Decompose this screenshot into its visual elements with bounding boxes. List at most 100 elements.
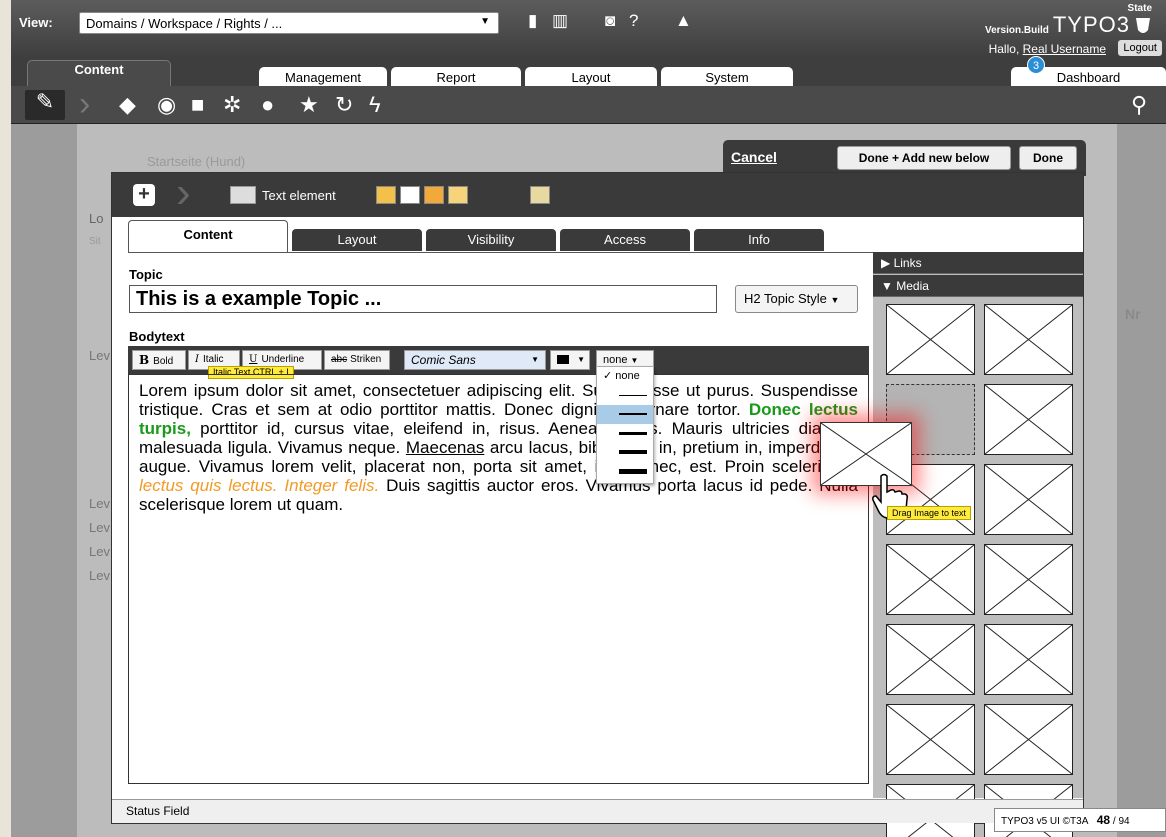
action-bar: Cancel Done + Add new below Done xyxy=(723,140,1086,176)
tab-system[interactable]: System xyxy=(661,67,793,86)
footer-text: TYPO3 v5 UI ©T3A xyxy=(1001,816,1089,827)
bold-button[interactable]: B Bold xyxy=(132,350,186,370)
camera-icon[interactable]: ◙ xyxy=(605,11,615,31)
tab-access[interactable]: Access xyxy=(560,229,690,251)
image-placeholder-icon xyxy=(985,385,1072,454)
border-option-label: none xyxy=(615,370,640,382)
trash-icon[interactable]: ▥ xyxy=(552,11,568,31)
app-window: View: Domains / Workspace / Rights / ...… xyxy=(11,0,1166,837)
ghost-level: Lev xyxy=(89,348,110,363)
media-thumbnail[interactable] xyxy=(886,624,975,695)
content-editor: + › Text element Content Layout Visibili… xyxy=(111,168,1084,837)
greeting: Hallo, Real Username xyxy=(989,42,1106,56)
tab-layout[interactable]: Layout xyxy=(525,67,657,86)
ghost-row: Sit xyxy=(89,236,101,247)
text-element-icon xyxy=(230,186,256,204)
body-text-underlined: Maecenas xyxy=(405,438,485,457)
line-thick-icon xyxy=(619,432,647,435)
text-image-icon[interactable] xyxy=(376,186,396,204)
chevron-down-icon: ▼ xyxy=(480,16,490,27)
done-button[interactable]: Done xyxy=(1019,146,1077,170)
warning-icon[interactable]: ▲ xyxy=(675,11,692,31)
search-icon[interactable]: ⚲ xyxy=(1131,93,1147,117)
image-placeholder-icon xyxy=(985,305,1072,374)
eye-icon[interactable]: ◉ xyxy=(157,93,176,117)
element-type-label: Text element xyxy=(262,188,336,203)
border-option-medium[interactable] xyxy=(597,405,653,424)
media-thumbnail[interactable] xyxy=(886,704,975,775)
image-placeholder-icon xyxy=(887,625,974,694)
greeting-label: Hallo, xyxy=(988,42,1020,56)
lock-icon[interactable]: ■ xyxy=(191,93,204,117)
image-placeholder-icon xyxy=(887,705,974,774)
border-option-thin[interactable] xyxy=(597,386,653,405)
media-thumbnail[interactable] xyxy=(984,704,1073,775)
side-panel: ▶ Links ▼ Media xyxy=(873,252,1083,837)
refresh-icon[interactable]: ↻ xyxy=(335,93,353,117)
grid-icon[interactable] xyxy=(424,186,444,204)
plugin-icon[interactable] xyxy=(530,186,550,204)
tab-layout[interactable]: Layout xyxy=(292,229,422,251)
view-select[interactable]: Domains / Workspace / Rights / ... ▼ xyxy=(79,12,499,34)
tab-info[interactable]: Info xyxy=(694,229,824,251)
border-option-thick[interactable] xyxy=(597,424,653,443)
tab-report[interactable]: Report xyxy=(391,67,521,86)
cancel-link[interactable]: Cancel xyxy=(731,149,777,165)
border-option-heavy[interactable] xyxy=(597,443,653,462)
strike-button[interactable]: abc Striken xyxy=(324,350,390,370)
lightning-icon[interactable]: ϟ xyxy=(369,93,381,117)
links-section-header[interactable]: ▶ Links xyxy=(873,252,1083,274)
view-select-value: Domains / Workspace / Rights / ... xyxy=(86,16,283,31)
tab-content[interactable]: Content xyxy=(128,220,288,253)
view-label: View: xyxy=(19,15,53,30)
brand-version: Version.Build xyxy=(984,25,1049,36)
page-total: / 94 xyxy=(1112,816,1130,827)
pencil-icon[interactable]: ✎ xyxy=(25,90,65,120)
media-thumbnail[interactable] xyxy=(984,384,1073,455)
tag-icon[interactable]: ◆ xyxy=(119,93,136,117)
top-bar: View: Domains / Workspace / Rights / ...… xyxy=(11,0,1166,58)
ghost-level: Lev xyxy=(89,544,110,559)
media-thumbnail[interactable] xyxy=(886,304,975,375)
gear-icon[interactable]: ✲ xyxy=(223,93,241,117)
line-heavy-icon xyxy=(619,450,647,454)
border-option-none[interactable]: ✓ none xyxy=(597,367,653,386)
media-section-header[interactable]: ▼ Media xyxy=(873,275,1083,297)
color-picker[interactable]: ▼ xyxy=(550,350,590,370)
font-value: Comic Sans xyxy=(411,353,476,367)
done-add-new-button[interactable]: Done + Add new below xyxy=(837,146,1011,170)
bodytext-editor[interactable]: Lorem ipsum dolor sit amet, consectetuer… xyxy=(128,374,869,784)
username-link[interactable]: Real Username xyxy=(1023,42,1106,56)
database-icon[interactable]: ▮ xyxy=(528,11,537,31)
add-icon[interactable]: + xyxy=(133,184,155,206)
comment-icon[interactable]: ● xyxy=(261,93,274,117)
ghost-nr: Nr xyxy=(1125,306,1141,322)
tab-visibility[interactable]: Visibility xyxy=(426,229,556,251)
table-icon[interactable] xyxy=(448,186,468,204)
chevron-right-icon: › xyxy=(176,168,191,217)
logout-button[interactable]: Logout xyxy=(1118,40,1162,56)
star-icon[interactable]: ★ xyxy=(299,93,319,117)
strike-label: Striken xyxy=(350,354,382,365)
media-thumbnail[interactable] xyxy=(984,464,1073,535)
chevron-down-icon: ▼ xyxy=(577,355,585,364)
topic-style-select[interactable]: H2 Topic Style ▼ xyxy=(735,285,858,313)
ghost-level: Lev xyxy=(89,520,110,535)
font-select[interactable]: Comic Sans ▼ xyxy=(404,350,546,370)
tab-content[interactable]: Content xyxy=(27,60,171,86)
tab-management[interactable]: Management xyxy=(259,67,387,86)
media-thumbnail[interactable] xyxy=(886,544,975,615)
line-medium-icon xyxy=(619,413,647,415)
image-placeholder-icon xyxy=(985,705,1072,774)
underline-label: Underline xyxy=(261,354,305,365)
help-icon[interactable]: ? xyxy=(629,11,638,31)
ghost-title: Startseite (Hund) xyxy=(147,154,246,169)
media-thumbnail[interactable] xyxy=(984,544,1073,615)
main-tabs: Content Management Report Layout System … xyxy=(11,58,1166,86)
media-thumbnail[interactable] xyxy=(984,304,1073,375)
border-option-bold[interactable] xyxy=(597,462,653,481)
image-placeholder-icon xyxy=(887,545,974,614)
bullet-list-icon[interactable] xyxy=(400,186,420,204)
topic-input[interactable]: This is a example Topic ... xyxy=(129,285,717,313)
media-thumbnail[interactable] xyxy=(984,624,1073,695)
